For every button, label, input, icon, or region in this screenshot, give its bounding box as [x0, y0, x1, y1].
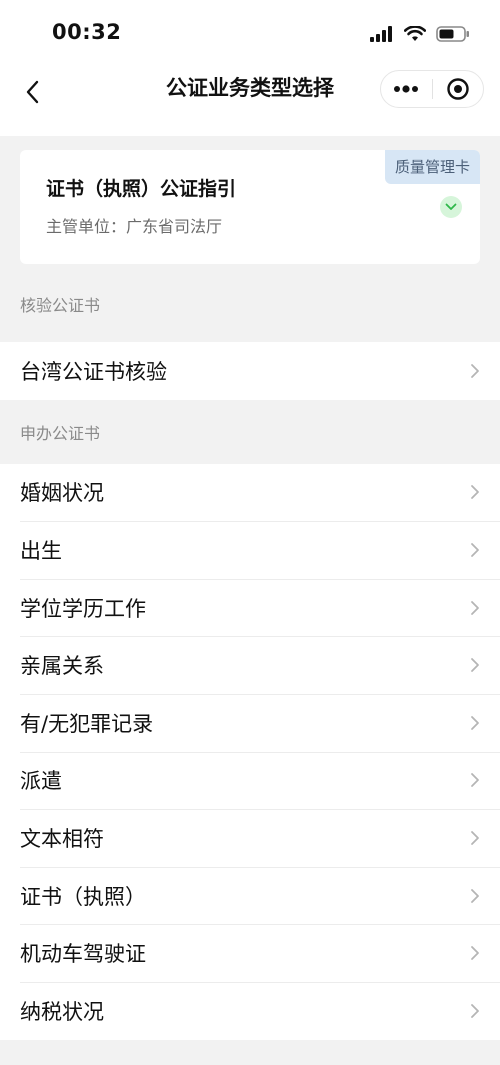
close-mini-program-button[interactable] [433, 71, 484, 107]
list-item-label: 台湾公证书核验 [20, 359, 167, 384]
target-circle-icon [447, 78, 469, 100]
chevron-right-icon [471, 485, 479, 500]
battery-icon [436, 26, 469, 42]
chevron-right-icon [471, 715, 479, 730]
list-item-text-conformity[interactable]: 文本相符 [0, 809, 500, 867]
wifi-icon [404, 26, 426, 41]
list-item-kinship[interactable]: 亲属关系 [0, 636, 500, 694]
chevron-right-icon [471, 658, 479, 673]
mini-program-capsule [380, 70, 484, 108]
list-item-taiwan-verify[interactable]: 台湾公证书核验 [0, 342, 500, 400]
list-item-tax-status[interactable]: 纳税状况 [0, 981, 500, 1040]
list-item-driving-license[interactable]: 机动车驾驶证 [0, 924, 500, 982]
more-button[interactable] [381, 71, 432, 107]
chevron-down-icon [445, 203, 457, 210]
status-icons [370, 24, 470, 44]
section-header-verify: 核验公证书 [20, 296, 101, 315]
cellular-signal-icon [370, 26, 392, 42]
list-item-label: 派遣 [20, 769, 62, 794]
list-item-criminal-record[interactable]: 有/无犯罪记录 [0, 693, 500, 752]
back-button[interactable] [14, 74, 50, 110]
chevron-right-icon [471, 363, 479, 378]
guide-subtitle: 主管单位：广东省司法厅 [46, 217, 223, 236]
chevron-right-icon [471, 543, 479, 557]
list-item-label: 亲属关系 [20, 654, 104, 679]
chevron-right-icon [471, 888, 479, 903]
list-item-marital-status[interactable]: 婚姻状况 [0, 464, 500, 522]
list-item-label: 学位学历工作 [20, 596, 146, 621]
status-bar: 00:32 [0, 0, 500, 62]
nav-bar: 公证业务类型选择 [0, 62, 500, 136]
guide-title: 证书（执照）公证指引 [46, 178, 237, 200]
quality-card-badge[interactable]: 质量管理卡 [384, 150, 480, 184]
list-item-label: 纳税状况 [20, 999, 104, 1024]
section-header-apply: 申办公证书 [20, 423, 101, 443]
chevron-left-icon [26, 80, 39, 104]
list-item-dispatch[interactable]: 派遣 [0, 751, 500, 810]
main-content: 证书（执照）公证指引 主管单位：广东省司法厅 质量管理卡 核验公证书 台湾公证书… [0, 136, 500, 1040]
chevron-right-icon [471, 946, 479, 961]
list-item-label: 文本相符 [20, 826, 104, 851]
list-item-label: 出生 [20, 538, 62, 563]
chevron-right-icon [471, 773, 479, 788]
more-dots-icon [394, 85, 419, 93]
list-item-degree-education-work[interactable]: 学位学历工作 [0, 578, 500, 637]
list-item-label: 婚姻状况 [20, 481, 104, 506]
guide-card[interactable]: 证书（执照）公证指引 主管单位：广东省司法厅 质量管理卡 [20, 150, 480, 264]
chevron-right-icon [471, 831, 479, 845]
list-item-label: 有/无犯罪记录 [20, 711, 154, 736]
list-item-birth[interactable]: 出生 [0, 521, 500, 579]
status-time: 00:32 [52, 20, 122, 44]
list-item-label: 证书（执照） [20, 884, 146, 909]
chevron-right-icon [471, 600, 479, 615]
apply-list: 婚姻状况 出生 学位学历工作 亲属关系 有/无犯罪记录 派遣 文本相符 证书（执… [0, 463, 500, 1040]
list-item-certificate-license[interactable]: 证书（执照） [0, 866, 500, 925]
expand-button[interactable] [440, 196, 462, 218]
list-item-label: 机动车驾驶证 [20, 942, 146, 967]
chevron-right-icon [471, 1003, 479, 1018]
verify-list: 台湾公证书核验 [0, 342, 500, 400]
